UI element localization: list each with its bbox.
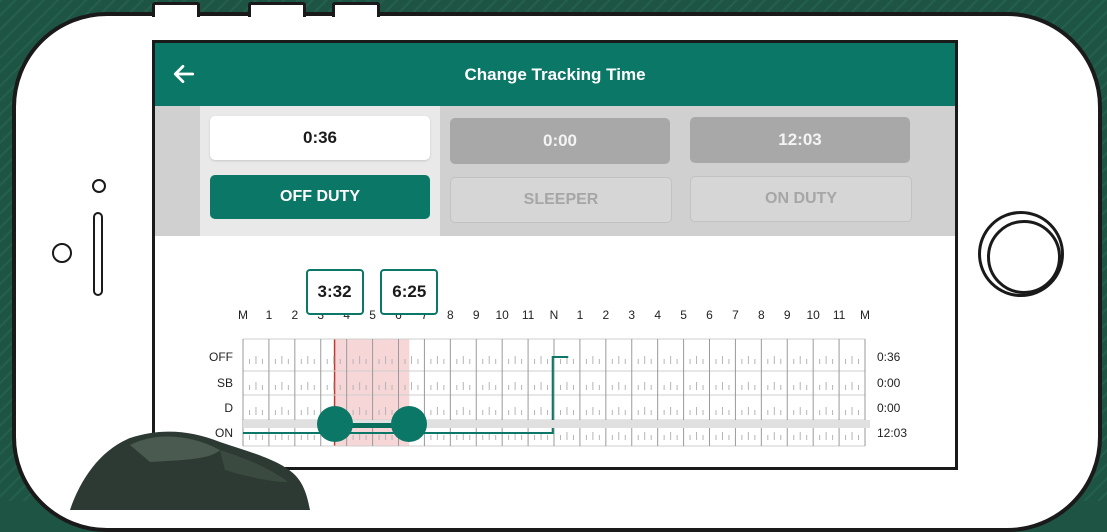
home-button[interactable] bbox=[978, 211, 1064, 297]
hour-label: 11 bbox=[522, 308, 535, 322]
selection-end-label: 6:25 bbox=[380, 269, 439, 315]
hour-label: 6 bbox=[706, 308, 713, 322]
app-screen: Change Tracking Time 0:36 OFF DUTY 0:00 … bbox=[152, 40, 958, 470]
sleeper-button[interactable]: SLEEPER bbox=[450, 177, 672, 223]
front-camera-icon bbox=[52, 243, 72, 263]
hour-label: 7 bbox=[732, 308, 739, 322]
mute-switch bbox=[152, 2, 200, 17]
hour-label: 10 bbox=[495, 308, 509, 322]
hour-label: 1 bbox=[577, 308, 584, 322]
sensor-icon bbox=[92, 179, 106, 193]
row-total: 0:00 bbox=[877, 401, 901, 415]
on-duty-time: 12:03 bbox=[690, 117, 910, 163]
row-label-d: D bbox=[224, 401, 233, 415]
hour-label: N bbox=[550, 308, 559, 322]
row-total: 0:00 bbox=[877, 376, 901, 390]
hour-label: 1 bbox=[266, 308, 273, 322]
hour-label: 4 bbox=[654, 308, 661, 322]
row-label-sb: SB bbox=[217, 376, 233, 390]
hour-label: 2 bbox=[291, 308, 298, 322]
hour-label: 2 bbox=[602, 308, 609, 322]
app-bar: Change Tracking Time bbox=[155, 43, 955, 106]
hour-label: 10 bbox=[806, 308, 820, 322]
row-label-off: OFF bbox=[209, 350, 233, 364]
hour-label: 8 bbox=[447, 308, 454, 322]
hour-label: 9 bbox=[473, 308, 480, 322]
volume-down-button bbox=[332, 2, 380, 17]
hour-label: 5 bbox=[369, 308, 376, 322]
earpiece-speaker bbox=[93, 212, 103, 296]
row-total: 12:03 bbox=[877, 426, 907, 440]
hour-label: M bbox=[860, 308, 870, 322]
hour-label: 11 bbox=[833, 308, 846, 322]
hour-label: 5 bbox=[680, 308, 687, 322]
volume-up-button bbox=[248, 2, 306, 17]
slider-start-handle[interactable] bbox=[316, 406, 353, 442]
hour-label: 8 bbox=[758, 308, 765, 322]
off-duty-button[interactable]: OFF DUTY bbox=[210, 175, 430, 219]
hand-photo bbox=[70, 431, 310, 510]
off-duty-time: 0:36 bbox=[210, 116, 430, 160]
hour-label: 3 bbox=[628, 308, 635, 322]
page-title: Change Tracking Time bbox=[464, 65, 646, 84]
sleeper-time: 0:00 bbox=[450, 118, 670, 164]
hour-label: 9 bbox=[784, 308, 791, 322]
hour-label: M bbox=[238, 308, 248, 322]
row-total: 0:36 bbox=[877, 350, 901, 364]
selection-start-label: 3:32 bbox=[305, 269, 364, 315]
on-duty-button[interactable]: ON DUTY bbox=[690, 176, 912, 222]
